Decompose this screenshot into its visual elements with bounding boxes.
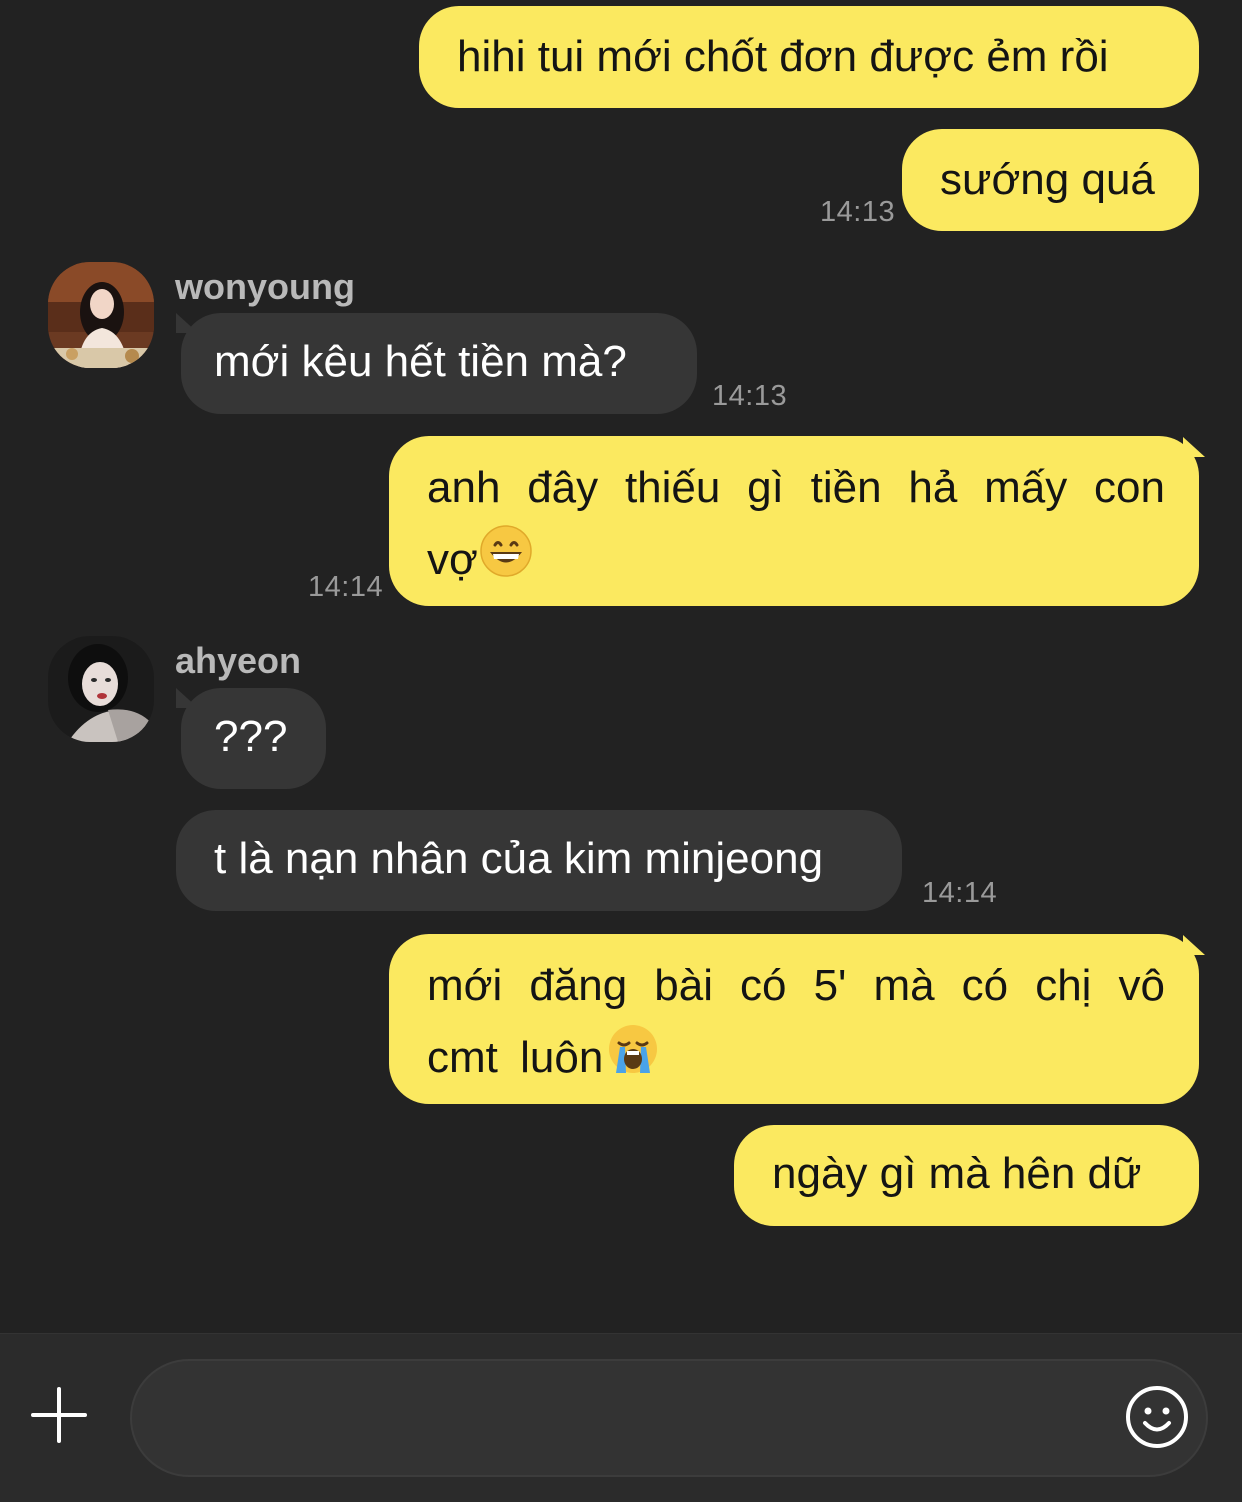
incoming-message[interactable]: t là nạn nhân của kim minjeong [176,810,902,911]
plus-icon[interactable] [30,1386,88,1444]
outgoing-message[interactable]: mới đăng bài có 5' mà có chị vô cmt luôn [389,934,1199,1104]
message-text: sướng quá [940,155,1155,204]
chat-area: hihi tui mới chốt đơn được ẻm rồi 14:13 … [0,0,1242,1333]
message-text: t là nạn nhân của kim minjeong [214,834,824,883]
message-text: ??? [214,712,288,761]
outgoing-message[interactable]: hihi tui mới chốt đơn được ẻm rồi [419,6,1199,108]
composer-bar [0,1333,1242,1502]
message-text: hihi tui mới chốt đơn được ẻm rồi [457,32,1109,81]
incoming-message[interactable]: mới kêu hết tiền mà? [181,313,697,414]
message-timestamp: 14:14 [308,571,384,603]
message-input[interactable] [130,1359,1208,1477]
incoming-message[interactable]: ??? [181,688,326,789]
avatar-ahyeon[interactable] [48,636,154,742]
message-text: mới đăng bài có 5' mà có chị vô cmt luôn [427,961,1165,1082]
message-timestamp: 14:13 [820,196,896,228]
message-timestamp: 14:14 [922,877,998,909]
loudly-crying-face-emoji [605,1023,661,1097]
message-timestamp: 14:13 [712,380,788,412]
message-text: mới kêu hết tiền mà? [214,337,627,386]
avatar-wonyoung[interactable] [48,262,154,368]
message-text: anh đây thiếu gì tiền hả mấy con vợ [427,463,1165,584]
sender-name: ahyeon [175,640,302,681]
smiley-icon[interactable] [1124,1384,1190,1450]
outgoing-message[interactable]: sướng quá [902,129,1199,231]
message-text: ngày gì mà hên dữ [772,1149,1142,1198]
grinning-face-emoji [480,525,532,599]
outgoing-message[interactable]: anh đây thiếu gì tiền hả mấy con vợ [389,436,1199,606]
sender-name: wonyoung [175,266,355,307]
outgoing-message[interactable]: ngày gì mà hên dữ [734,1125,1199,1226]
